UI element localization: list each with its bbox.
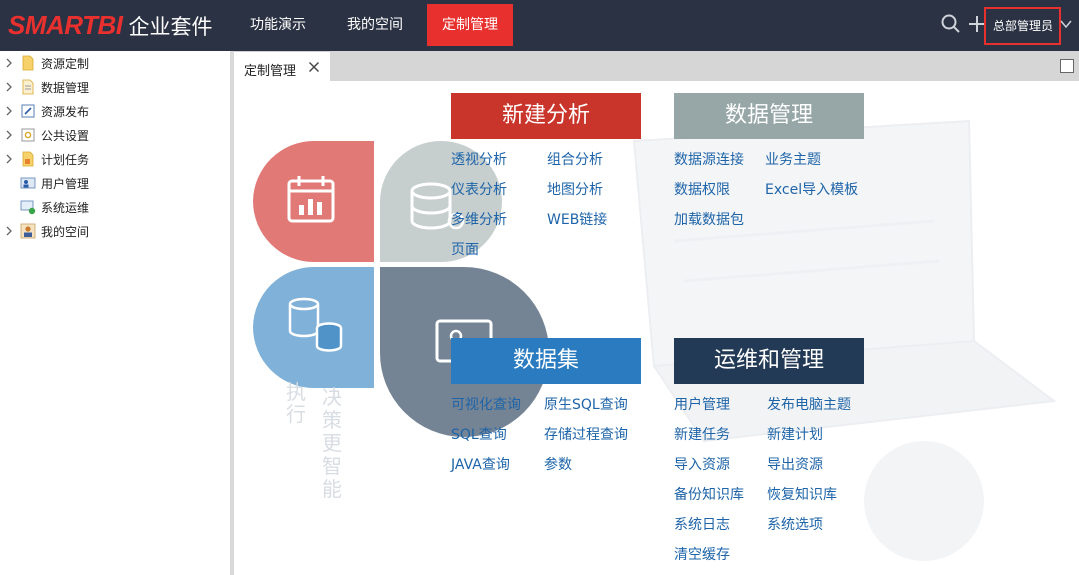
tab-bar: 定制管理 xyxy=(234,51,1079,81)
link-system-log[interactable]: 系统日志 xyxy=(674,514,730,534)
rss-doc-icon xyxy=(22,151,34,167)
link-stored-procedure-query[interactable]: 存储过程查询 xyxy=(544,424,628,444)
tree-item-label: 资源发布 xyxy=(41,105,90,119)
nav-tab-my-space[interactable]: 我的空间 xyxy=(331,4,419,46)
operations-management-button[interactable]: 运维和管理 xyxy=(674,338,864,384)
link-datasource-connection[interactable]: 数据源连接 xyxy=(674,149,744,169)
person-icon xyxy=(20,223,36,239)
link-export-resources[interactable]: 导出资源 xyxy=(767,454,823,474)
logo-brand: SMARTBI xyxy=(8,10,123,40)
tree-item-label: 数据管理 xyxy=(41,81,90,95)
link-data-permissions[interactable]: 数据权限 xyxy=(674,179,730,199)
link-web-link[interactable]: WEB链接 xyxy=(547,209,607,229)
nav-tab-feature-demo[interactable]: 功能演示 xyxy=(234,4,322,46)
resource-tree-sidebar: 资源定制 数据管理 资源发布 公共设置 计划任务 用户管理 系统运维 我的空间 xyxy=(0,51,230,575)
search-icon[interactable] xyxy=(940,13,962,35)
link-multidimensional-analysis[interactable]: 多维分析 xyxy=(451,209,507,229)
link-new-task[interactable]: 新建任务 xyxy=(674,424,730,444)
custom-management-home: 执行 决策更智能 新建分析 透视分析 组合分析 仪表分析 地图分析 多维分析 W… xyxy=(234,81,1079,575)
chevron-right-icon[interactable] xyxy=(4,153,14,165)
link-import-resources[interactable]: 导入资源 xyxy=(674,454,730,474)
tree-item-resource-publish[interactable]: 资源发布 xyxy=(0,100,230,122)
settings-doc-icon xyxy=(21,128,35,142)
folder-list-icon xyxy=(22,79,34,95)
chevron-right-icon[interactable] xyxy=(4,105,14,117)
chevron-down-icon[interactable] xyxy=(1059,17,1073,31)
link-parameters[interactable]: 参数 xyxy=(544,454,572,474)
tree-item-data-management[interactable]: 数据管理 xyxy=(0,76,230,98)
link-restore-repository[interactable]: 恢复知识库 xyxy=(767,484,837,504)
tree-item-label: 公共设置 xyxy=(41,129,90,143)
tree-item-label: 用户管理 xyxy=(41,177,90,191)
watermark-text-left: 执行 xyxy=(286,380,306,426)
edit-doc-icon xyxy=(21,104,35,118)
link-sql-query[interactable]: SQL查询 xyxy=(451,424,507,444)
link-visual-query[interactable]: 可视化查询 xyxy=(451,394,521,414)
tree-item-label: 系统运维 xyxy=(41,201,90,215)
tree-item-system-ops[interactable]: 系统运维 xyxy=(0,196,230,218)
chevron-right-icon[interactable] xyxy=(4,225,14,237)
link-dashboard-analysis[interactable]: 仪表分析 xyxy=(451,179,507,199)
link-business-theme[interactable]: 业务主题 xyxy=(765,149,821,169)
link-native-sql-query[interactable]: 原生SQL查询 xyxy=(544,394,628,414)
logo-suite-label: 企业套件 xyxy=(128,14,213,39)
current-user-menu[interactable]: 总部管理员 xyxy=(984,7,1061,45)
background-illustration xyxy=(253,119,1057,561)
link-map-analysis[interactable]: 地图分析 xyxy=(547,179,603,199)
tree-item-resource-custom[interactable]: 资源定制 xyxy=(0,52,230,74)
link-pivot-analysis[interactable]: 透视分析 xyxy=(451,149,507,169)
data-management-button[interactable]: 数据管理 xyxy=(674,93,864,139)
chevron-right-icon[interactable] xyxy=(4,57,14,69)
chevron-right-icon[interactable] xyxy=(4,129,14,141)
tree-item-label: 资源定制 xyxy=(41,57,90,71)
monitor-icon xyxy=(20,200,36,215)
link-publish-pc-theme[interactable]: 发布电脑主题 xyxy=(767,394,851,414)
tree-item-scheduled-tasks[interactable]: 计划任务 xyxy=(0,148,230,170)
tree-item-label: 计划任务 xyxy=(41,153,90,167)
link-excel-import-template[interactable]: Excel导入模板 xyxy=(765,179,858,199)
link-clear-cache[interactable]: 清空缓存 xyxy=(674,544,730,564)
link-load-data-package[interactable]: 加载数据包 xyxy=(674,209,744,229)
tree-item-public-settings[interactable]: 公共设置 xyxy=(0,124,230,146)
tab-label: 定制管理 xyxy=(244,64,297,79)
tab-custom-management[interactable]: 定制管理 xyxy=(234,51,330,81)
maximize-icon[interactable] xyxy=(1060,59,1074,73)
users-icon xyxy=(20,177,36,189)
nav-tab-custom-management[interactable]: 定制管理 xyxy=(427,4,513,46)
top-navigation-bar: SMARTBI 企业套件 功能演示 我的空间 定制管理 总部管理员 xyxy=(0,0,1079,51)
tree-item-user-management[interactable]: 用户管理 xyxy=(0,172,230,194)
close-icon[interactable] xyxy=(308,61,320,73)
new-analysis-button[interactable]: 新建分析 xyxy=(451,93,641,139)
link-backup-repository[interactable]: 备份知识库 xyxy=(674,484,744,504)
tree-item-label: 我的空间 xyxy=(41,225,90,239)
dataset-button[interactable]: 数据集 xyxy=(451,338,641,384)
current-user-label: 总部管理员 xyxy=(993,19,1054,33)
link-page[interactable]: 页面 xyxy=(451,239,479,259)
link-java-query[interactable]: JAVA查询 xyxy=(451,454,510,474)
link-user-management[interactable]: 用户管理 xyxy=(674,394,730,414)
chevron-right-icon[interactable] xyxy=(4,81,14,93)
link-system-options[interactable]: 系统选项 xyxy=(767,514,823,534)
watermark-text-right: 决策更智能 xyxy=(322,385,342,501)
app-logo[interactable]: SMARTBI 企业套件 xyxy=(0,0,232,51)
tree-item-my-space[interactable]: 我的空间 xyxy=(0,220,230,242)
link-combined-analysis[interactable]: 组合分析 xyxy=(547,149,603,169)
link-new-schedule[interactable]: 新建计划 xyxy=(767,424,823,444)
folder-icon xyxy=(22,55,34,71)
